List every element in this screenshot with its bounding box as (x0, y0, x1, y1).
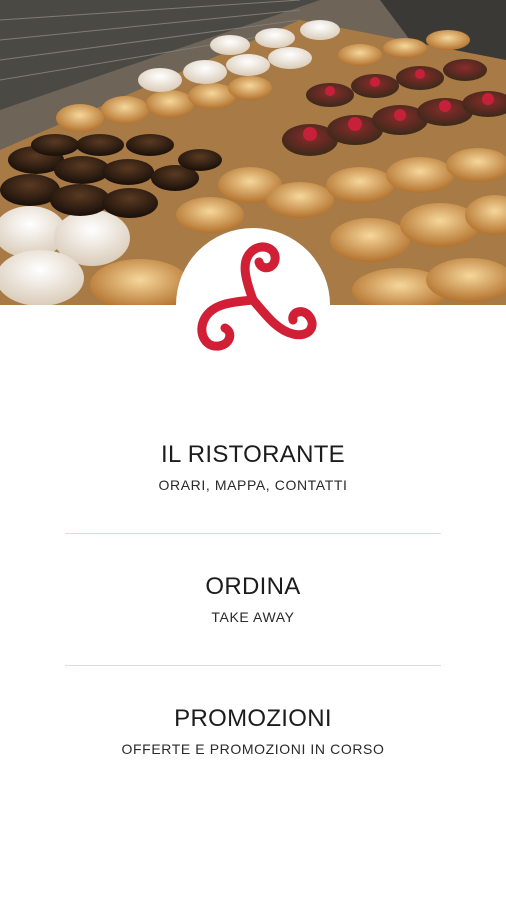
menu-item-title: ORDINA (205, 573, 301, 600)
menu-item-subtitle: OFFERTE E PROMOZIONI IN CORSO (121, 741, 385, 757)
menu-item-subtitle: TAKE AWAY (211, 609, 295, 625)
menu-item-restaurant[interactable]: IL RISTORANTE ORARI, MAPPA, CONTATTI (0, 430, 506, 533)
menu-divider (65, 665, 441, 666)
main-menu: IL RISTORANTE ORARI, MAPPA, CONTATTI ORD… (0, 430, 506, 797)
triskelion-logo-icon (197, 242, 317, 351)
menu-divider (65, 533, 441, 534)
menu-item-subtitle: ORARI, MAPPA, CONTATTI (158, 477, 348, 493)
menu-item-title: IL RISTORANTE (161, 441, 345, 468)
menu-item-title: PROMOZIONI (174, 705, 332, 732)
menu-item-promotions[interactable]: PROMOZIONI OFFERTE E PROMOZIONI IN CORSO (0, 694, 506, 797)
menu-item-order[interactable]: ORDINA TAKE AWAY (0, 562, 506, 665)
